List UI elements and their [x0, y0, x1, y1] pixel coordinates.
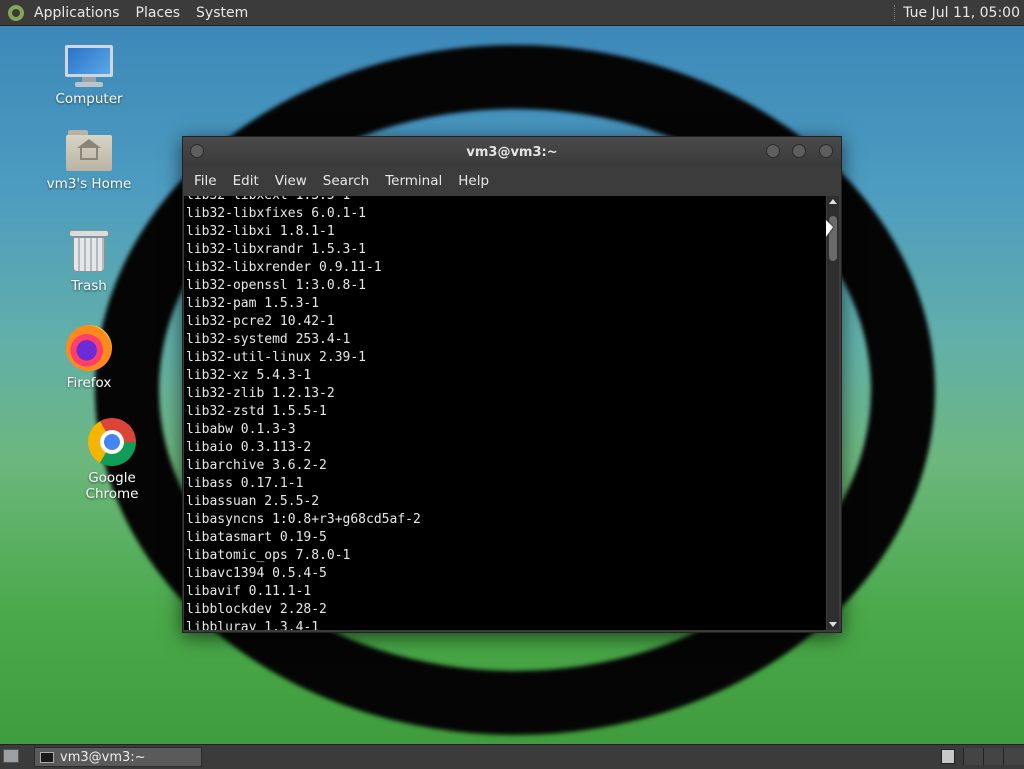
terminal-line: lib32-libxrender 0.9.11-1	[186, 260, 382, 275]
workspace-switcher-3[interactable]	[983, 748, 1004, 765]
terminal-window[interactable]: vm3@vm3:~ File Edit View Search Terminal…	[182, 136, 842, 633]
desktop-icon-home[interactable]: vm3's Home	[42, 130, 136, 192]
desktop-icon-label: vm3's Home	[46, 176, 132, 192]
terminal-line: libarchive 3.6.2-2	[186, 458, 327, 473]
menu-search[interactable]: Search	[315, 173, 377, 189]
top-panel: Applications Places System Tue Jul 11, 0…	[0, 0, 1024, 26]
firefox-icon	[66, 325, 112, 371]
close-button[interactable]	[819, 144, 833, 158]
terminal-line: libabw 0.1.3-3	[186, 422, 296, 437]
bottom-panel: vm3@vm3:~	[0, 744, 1024, 769]
menu-terminal[interactable]: Terminal	[377, 173, 450, 189]
workspace-switcher-4[interactable]	[1003, 748, 1024, 765]
trash-icon	[69, 228, 109, 274]
terminal-line: lib32-openssl 1:3.0.8-1	[186, 278, 367, 293]
desktop-icon-computer[interactable]: Computer	[48, 45, 130, 107]
desktop-icon-chrome[interactable]: Google Chrome	[60, 418, 164, 502]
clock[interactable]: Tue Jul 11, 05:00	[894, 4, 1020, 21]
applications-menu[interactable]: Applications	[26, 5, 128, 21]
computer-icon	[65, 45, 113, 87]
title-bar[interactable]: vm3@vm3:~	[183, 137, 841, 167]
terminal-line: libavc1394 0.5.4-5	[186, 566, 327, 581]
system-menu[interactable]: System	[188, 5, 256, 21]
terminal-line: lib32-pam 1.5.3-1	[186, 296, 320, 311]
terminal-line: libatasmart 0.19-5	[186, 530, 327, 545]
terminal-line: lib32-util-linux 2.39-1	[186, 350, 367, 365]
menu-view[interactable]: View	[267, 173, 315, 189]
distro-logo-icon[interactable]	[8, 4, 24, 21]
terminal-line: lib32-libxi 1.8.1-1	[186, 224, 335, 239]
terminal-line: lib32-libxrandr 1.5.3-1	[186, 242, 367, 257]
desktop-icon-firefox[interactable]: Firefox	[52, 325, 126, 391]
terminal-line: lib32-xz 5.4.3-1	[186, 368, 312, 383]
terminal-scrollbar[interactable]	[827, 196, 839, 630]
taskbar-terminal-button[interactable]: vm3@vm3:~	[34, 747, 202, 767]
minimize-button[interactable]	[766, 144, 780, 158]
terminal-line: libasyncns 1:0.8+r3+g68cd5af-2	[186, 512, 421, 527]
maximize-button[interactable]	[792, 144, 806, 158]
terminal-output[interactable]: lib32-libxext 1.3.5-1lib32-libxfixes 6.0…	[184, 196, 826, 630]
desktop-icon-label: Google Chrome	[85, 470, 139, 502]
terminal-line: lib32-zstd 1.5.5-1	[186, 404, 327, 419]
terminal-line: libass 0.17.1-1	[186, 476, 304, 491]
scroll-up-arrow-icon[interactable]	[829, 199, 837, 204]
desktop-icon-label: Firefox	[66, 375, 112, 391]
terminal-line: libatomic_ops 7.8.0-1	[186, 548, 351, 563]
desktop-icon-trash[interactable]: Trash	[52, 228, 126, 294]
terminal-line: lib32-libxfixes 6.0.1-1	[186, 206, 367, 221]
terminal-line: libblockdev 2.28-2	[186, 602, 327, 617]
desktop-icon-label: Trash	[71, 278, 107, 294]
show-desktop-icon[interactable]	[3, 749, 19, 763]
home-folder-icon	[66, 130, 112, 172]
terminal-line: lib32-libxext 1.3.5-1	[186, 196, 421, 205]
menu-edit[interactable]: Edit	[225, 173, 267, 189]
terminal-icon	[40, 751, 54, 763]
taskbar-label: vm3@vm3:~	[60, 749, 146, 765]
menu-file[interactable]: File	[186, 173, 225, 189]
desktop-icon-label: Computer	[55, 91, 123, 107]
mouse-pointer-icon	[826, 220, 833, 237]
workspace-switcher-1[interactable]	[941, 749, 955, 764]
menu-help[interactable]: Help	[450, 173, 497, 189]
terminal-line: libavif 0.11.1-1	[186, 584, 312, 599]
places-menu[interactable]: Places	[128, 5, 189, 21]
terminal-line: lib32-pcre2 10.42-1	[186, 314, 335, 329]
terminal-line: lib32-systemd 253.4-1	[186, 332, 351, 347]
terminal-line: libbluray 1.3.4-1	[186, 620, 320, 630]
terminal-menu-bar: File Edit View Search Terminal Help	[183, 167, 841, 195]
workspace-switcher-2[interactable]	[963, 748, 984, 765]
scroll-down-arrow-icon[interactable]	[829, 622, 837, 627]
terminal-lines: lib32-libxext 1.3.5-1lib32-libxfixes 6.0…	[186, 196, 421, 630]
terminal-line: libaio 0.3.113-2	[186, 440, 312, 455]
chrome-icon	[88, 418, 136, 466]
terminal-line: lib32-zlib 1.2.13-2	[186, 386, 335, 401]
window-title: vm3@vm3:~	[466, 145, 558, 160]
terminal-line: libassuan 2.5.5-2	[186, 494, 320, 509]
